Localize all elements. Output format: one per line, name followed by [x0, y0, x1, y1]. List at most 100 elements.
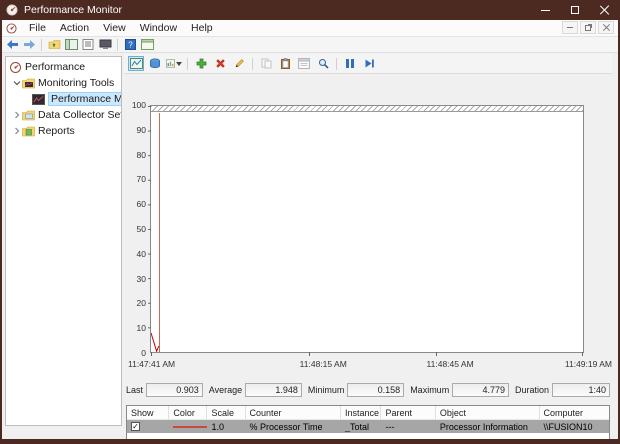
counter-table-header: Show Color Scale Counter Instance Parent… — [127, 406, 609, 420]
close-button[interactable] — [590, 0, 618, 20]
monitoring-tools-folder-icon — [22, 78, 35, 88]
properties-icon — [298, 58, 310, 69]
highlight-button[interactable] — [231, 56, 247, 71]
console-tree-icon — [64, 39, 78, 50]
counter-table: Show Color Scale Counter Instance Parent… — [126, 405, 610, 439]
cell-scale: 1.0 — [211, 421, 224, 432]
column-header-computer[interactable]: Computer — [540, 406, 609, 419]
child-restore-icon — [585, 24, 591, 31]
cell-object: Processor Information — [439, 421, 528, 432]
tree-item-performance[interactable]: Performance — [6, 59, 121, 75]
new-window-icon — [140, 39, 154, 50]
copy-properties-button[interactable] — [258, 56, 274, 71]
maximum-label: Maximum — [410, 384, 450, 395]
minimize-icon — [540, 9, 550, 11]
minimize-button[interactable] — [530, 0, 560, 20]
step-forward-icon — [365, 59, 374, 68]
y-tick-label: 0 — [141, 348, 146, 358]
y-tick-label: 80 — [136, 149, 146, 160]
chevron-right-icon[interactable] — [12, 111, 22, 119]
y-tick-label: 100 — [131, 100, 146, 110]
chevron-down-icon[interactable] — [12, 79, 22, 87]
zoom-button[interactable] — [315, 56, 331, 71]
processor-time-series-line — [151, 113, 583, 352]
console-properties-icon — [99, 39, 111, 49]
y-tick-label: 40 — [136, 248, 146, 259]
column-header-show[interactable]: Show — [127, 406, 170, 419]
maximum-value: 4.779 — [452, 382, 509, 397]
menu-window[interactable]: Window — [133, 20, 184, 36]
column-header-counter[interactable]: Counter — [246, 406, 341, 419]
properties-button[interactable] — [296, 56, 312, 71]
show-console-tree-button[interactable] — [64, 38, 78, 51]
y-tick-label: 60 — [136, 199, 146, 210]
tree-item-data-collector-sets[interactable]: Data Collector Sets — [6, 107, 121, 123]
toolbar-separator — [187, 57, 188, 70]
average-label: Average — [208, 384, 243, 395]
y-tick-label: 70 — [136, 174, 146, 185]
view-log-data-icon — [150, 58, 160, 69]
menu-help[interactable]: Help — [184, 20, 220, 36]
delete-icon — [215, 59, 225, 68]
column-header-object[interactable]: Object — [436, 406, 540, 419]
x-axis-tick — [582, 352, 583, 356]
y-tick-label: 20 — [136, 298, 146, 309]
chevron-right-icon[interactable] — [12, 127, 22, 135]
child-close-icon — [603, 24, 610, 31]
menu-action[interactable]: Action — [53, 20, 96, 36]
performance-monitor-icon — [32, 93, 45, 105]
tree-item-reports[interactable]: Reports — [6, 123, 121, 139]
copy-icon — [261, 58, 271, 69]
pencil-icon — [235, 59, 244, 68]
child-close-button[interactable] — [598, 21, 614, 34]
cell-parent: --- — [385, 421, 395, 432]
column-header-instance[interactable]: Instance — [341, 406, 382, 419]
update-data-button[interactable] — [361, 56, 377, 71]
menu-file[interactable]: File — [22, 20, 53, 36]
column-header-scale[interactable]: Scale — [207, 406, 246, 419]
view-log-data-button[interactable] — [147, 56, 163, 71]
column-header-color[interactable]: Color — [169, 406, 208, 419]
cell-computer: \\FUSION10 — [543, 421, 593, 432]
maximize-button[interactable] — [560, 0, 590, 20]
performance-monitor-window: Performance Monitor File Action View Win… — [0, 0, 620, 444]
performance-icon — [10, 61, 21, 73]
new-window-button[interactable] — [140, 38, 154, 51]
tree-item-monitoring-tools[interactable]: Monitoring Tools — [6, 75, 121, 91]
add-counter-button[interactable] — [193, 56, 209, 71]
counter-row[interactable]: ✓ 1.0 % Processor Time _Total --- Proces… — [127, 420, 609, 433]
line-chart-plot[interactable] — [148, 105, 584, 356]
tree-item-performance-monitor[interactable]: Performance Monitor — [6, 91, 121, 107]
main-toolbar: ? — [2, 37, 618, 53]
delete-counter-button[interactable] — [212, 56, 228, 71]
view-current-activity-icon — [129, 58, 143, 69]
x-axis-labels: 11:47:41 AM 11:48:15 AM 11:48:45 AM 11:4… — [124, 359, 612, 371]
x-tick-label: 11:48:45 AM — [426, 359, 474, 369]
show-checkbox[interactable]: ✓ — [131, 422, 140, 431]
console-properties-button[interactable] — [98, 38, 112, 51]
x-axis-tick — [151, 352, 152, 356]
freeze-display-button[interactable] — [342, 56, 358, 71]
y-tick-label: 30 — [136, 273, 146, 284]
pause-icon — [346, 59, 354, 68]
menu-view[interactable]: View — [96, 20, 133, 36]
export-list-button[interactable] — [81, 38, 95, 51]
column-header-parent[interactable]: Parent — [381, 406, 436, 419]
paste-counter-list-button[interactable] — [277, 56, 293, 71]
change-graph-type-icon — [166, 59, 175, 68]
tree-label: Performance — [25, 61, 86, 73]
child-restore-button[interactable] — [580, 21, 596, 34]
help-button[interactable]: ? — [123, 38, 137, 51]
help-icon: ? — [124, 39, 136, 50]
tree-label: Reports — [38, 125, 75, 137]
view-current-activity-button[interactable] — [128, 56, 144, 71]
time-bar-track — [151, 106, 583, 112]
up-folder-button[interactable] — [47, 38, 61, 51]
y-tick-label: 90 — [136, 124, 146, 135]
back-button[interactable] — [5, 38, 19, 51]
forward-button[interactable] — [22, 38, 36, 51]
title-bar: Performance Monitor — [2, 0, 618, 20]
cell-instance: _Total — [344, 421, 369, 432]
change-graph-type-button[interactable] — [166, 56, 182, 71]
child-minimize-button[interactable] — [562, 21, 578, 34]
